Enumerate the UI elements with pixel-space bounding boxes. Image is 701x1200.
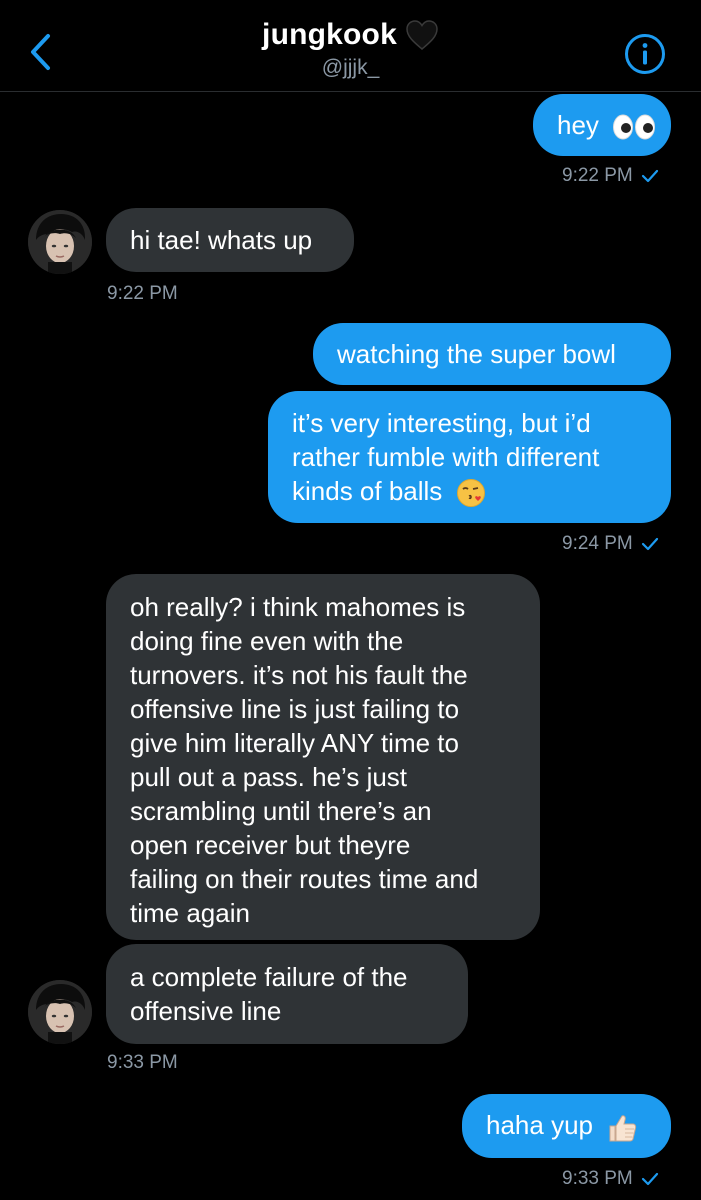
message-text-line: doing fine even with the — [130, 626, 404, 656]
message-text-line: rather fumble with different — [292, 441, 600, 472]
message-text: hey — [557, 108, 656, 142]
message-text-line: scrambling until there’s an — [130, 796, 432, 826]
message-text-line: a complete failure of the — [130, 962, 408, 992]
contact-name-row: jungkook — [262, 18, 439, 52]
message-bubble-incoming[interactable]: a complete failure of the offensive line — [106, 944, 468, 1044]
message-text-line: kinds of balls — [292, 474, 647, 508]
message-timestamp: 9:22 PM — [562, 165, 659, 187]
conversation-title-block[interactable]: jungkook @jjjk_ — [0, 18, 701, 80]
message-timestamp: 9:22 PM — [107, 283, 178, 304]
message-bubble-outgoing[interactable]: watching the super bowl — [313, 323, 671, 385]
read-checkmark-icon — [641, 537, 658, 551]
thumbs-up-icon — [609, 1114, 637, 1142]
message-text-line: time again — [130, 898, 250, 928]
conversation-info-button[interactable] — [624, 33, 666, 75]
contact-avatar[interactable] — [28, 980, 92, 1044]
message-text-line: offensive line is just failing to — [130, 694, 460, 724]
black-heart-icon — [406, 20, 438, 50]
message-text-line: turnovers. it’s not his fault the — [130, 660, 468, 690]
message-text-line: failing on their routes time and — [130, 864, 479, 894]
message-text: haha yup — [486, 1108, 647, 1143]
message-text-line: open receiver but theyre — [130, 830, 411, 860]
avatar-photo — [28, 210, 92, 274]
message-text-line: pull out a pass. he’s just — [130, 762, 408, 792]
message-bubble-outgoing[interactable]: it’s very interesting, but i’d rather fu… — [268, 391, 671, 523]
read-checkmark-icon — [641, 1172, 658, 1186]
message-bubble-incoming[interactable]: hi tae! whats up — [106, 208, 354, 272]
message-text-line: offensive line — [130, 996, 282, 1026]
eyes-icon — [613, 114, 656, 140]
message-bubble-incoming[interactable]: oh really? i think mahomes is doing fine… — [106, 574, 540, 940]
conversation-header: jungkook @jjjk_ — [0, 0, 701, 92]
message-text-line: oh really? i think mahomes is — [130, 592, 466, 622]
avatar-photo — [28, 980, 92, 1044]
contact-name: jungkook — [262, 18, 397, 51]
message-bubble-outgoing[interactable]: haha yup — [462, 1094, 671, 1158]
info-icon — [625, 34, 665, 74]
message-timestamp: 9:33 PM — [107, 1052, 178, 1073]
message-text-line: give him literally ANY time to — [130, 728, 459, 758]
message-text-line: it’s very interesting, but i’d — [292, 407, 591, 438]
message-timestamp: 9:24 PM — [562, 533, 659, 555]
message-text: hi tae! whats up — [130, 225, 313, 255]
message-timestamp: 9:33 PM — [562, 1168, 659, 1190]
contact-avatar[interactable] — [28, 210, 92, 274]
message-bubble-outgoing[interactable]: hey — [533, 94, 671, 156]
read-checkmark-icon — [641, 169, 658, 183]
face-blowing-kiss-icon — [456, 479, 485, 508]
message-text: watching the super bowl — [337, 339, 616, 369]
dm-conversation-screen: jungkook @jjjk_ hey 9:22 PM hi tae! what… — [0, 0, 701, 1200]
contact-handle: @jjjk_ — [321, 56, 380, 79]
